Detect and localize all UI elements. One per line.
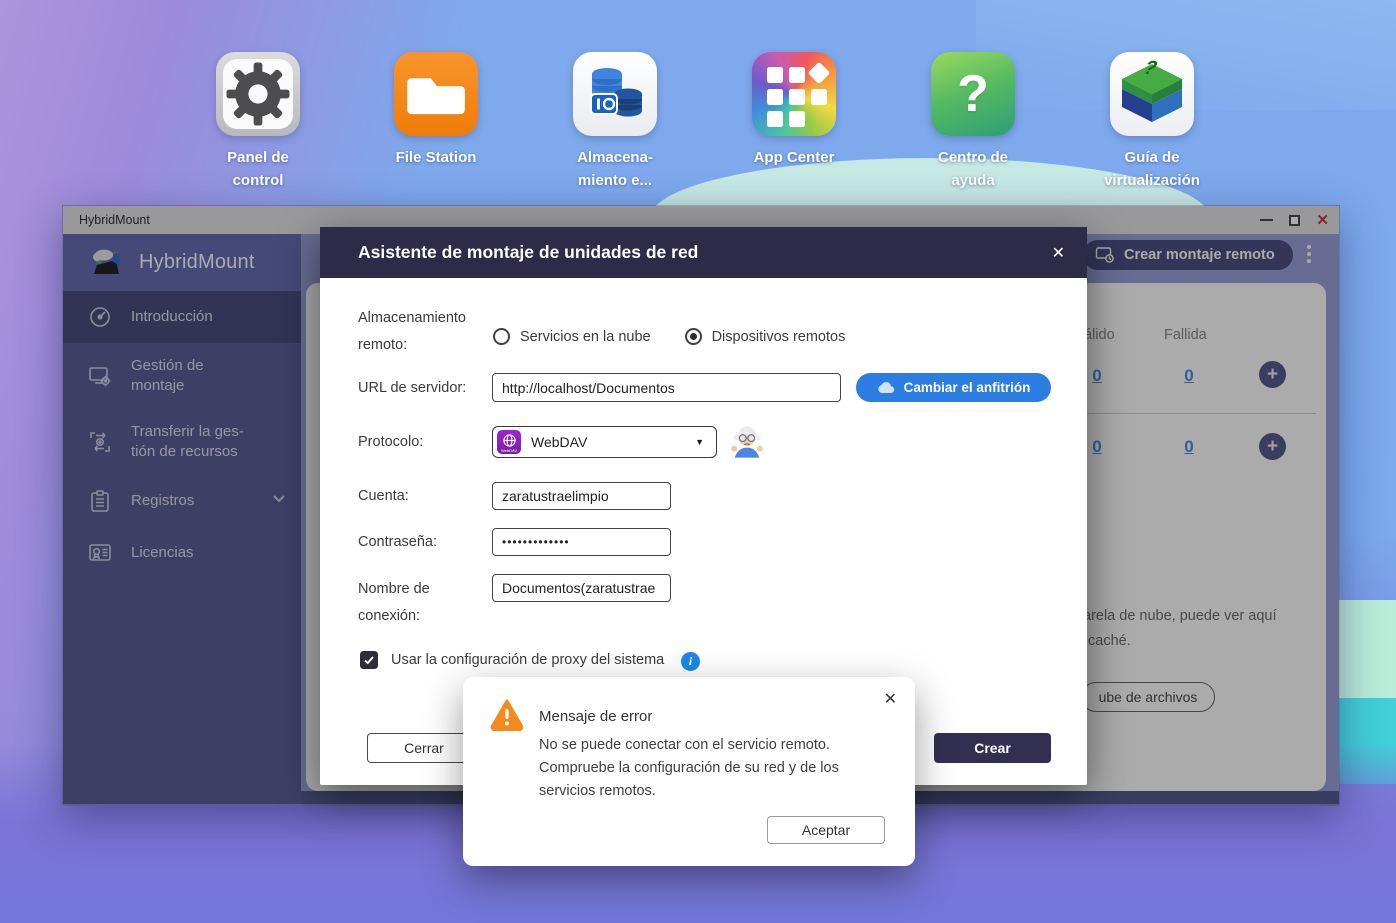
protocol-select[interactable]: WebDAV WebDAV ▼ (492, 426, 717, 458)
server-url-label: URL de servidor: (358, 375, 466, 402)
proxy-checkbox-row: Usar la configuración de proxy del siste… (360, 651, 664, 669)
warning-icon (490, 699, 524, 736)
error-close-icon[interactable]: ✕ (884, 689, 897, 709)
connection-name-label: Nombre deconexión: (358, 576, 430, 630)
proxy-checkbox[interactable] (360, 651, 378, 669)
desktop-icon-label: Centro deayuda (913, 146, 1033, 192)
error-dialog: ✕ Mensaje de error No se puede conectar … (463, 677, 915, 866)
desktop-icon-label: File Station (376, 146, 496, 169)
desktop-icon-storage[interactable]: Almacena-miento e... (555, 52, 675, 192)
protocol-label: Protocolo: (358, 429, 423, 456)
desktop-icon-label: Guía devirtualización (1092, 146, 1212, 192)
storage-type-radio-group: Servicios en la nube Dispositivos remoto… (493, 328, 845, 345)
wizard-title: Asistente de montaje de unidades de red (358, 242, 698, 263)
desktop-icon-virtualization-guide[interactable]: ? Guía devirtualización (1092, 52, 1212, 192)
server-url-input[interactable] (492, 373, 841, 402)
password-input[interactable] (492, 528, 671, 556)
app-grid-icon (752, 52, 836, 136)
control-panel-icon (216, 52, 300, 136)
desktop-icon-label: App Center (734, 146, 854, 169)
desktop: Panel decontrol File Station (0, 0, 1396, 923)
cube-icon: ? (1110, 52, 1194, 136)
question-mark-icon: ? (931, 52, 1015, 136)
folder-icon (394, 52, 478, 136)
desktop-icon-app-center[interactable]: App Center (734, 52, 854, 169)
info-icon[interactable]: i (681, 652, 700, 671)
desktop-icon-help-center[interactable]: ? Centro deayuda (913, 52, 1033, 192)
error-accept-button[interactable]: Aceptar (767, 816, 885, 844)
change-host-button[interactable]: Cambiar el anfitrión (856, 373, 1051, 402)
proxy-checkbox-label: Usar la configuración de proxy del siste… (391, 652, 664, 668)
error-message: No se puede conectar con el servicio rem… (539, 734, 891, 803)
webdav-icon: WebDAV (497, 430, 521, 454)
storage-label: Almacenamientoremoto: (358, 305, 466, 359)
wizard-close-icon[interactable]: ✕ (1052, 243, 1065, 263)
wizard-header: Asistente de montaje de unidades de red … (320, 227, 1087, 278)
dropdown-caret-icon: ▼ (695, 437, 704, 447)
account-input[interactable] (492, 482, 671, 510)
wizard-create-button[interactable]: Crear (934, 733, 1051, 763)
radio-remote-label: Dispositivos remotos (712, 329, 846, 345)
storage-disks-icon (573, 52, 657, 136)
confused-professor-icon[interactable] (728, 423, 766, 461)
cloud-icon (877, 381, 895, 394)
radio-cloud-services[interactable] (493, 328, 510, 345)
connection-name-input[interactable] (492, 574, 671, 602)
desktop-icon-control-panel[interactable]: Panel decontrol (198, 52, 318, 192)
radio-remote-devices[interactable] (685, 328, 702, 345)
password-label: Contraseña: (358, 529, 437, 556)
desktop-icon-label: Panel decontrol (198, 146, 318, 192)
radio-cloud-label: Servicios en la nube (520, 329, 651, 345)
desktop-icon-label: Almacena-miento e... (555, 146, 675, 192)
error-dialog-title: Mensaje de error (539, 708, 652, 725)
account-label: Cuenta: (358, 483, 409, 510)
desktop-icon-file-station[interactable]: File Station (376, 52, 496, 169)
